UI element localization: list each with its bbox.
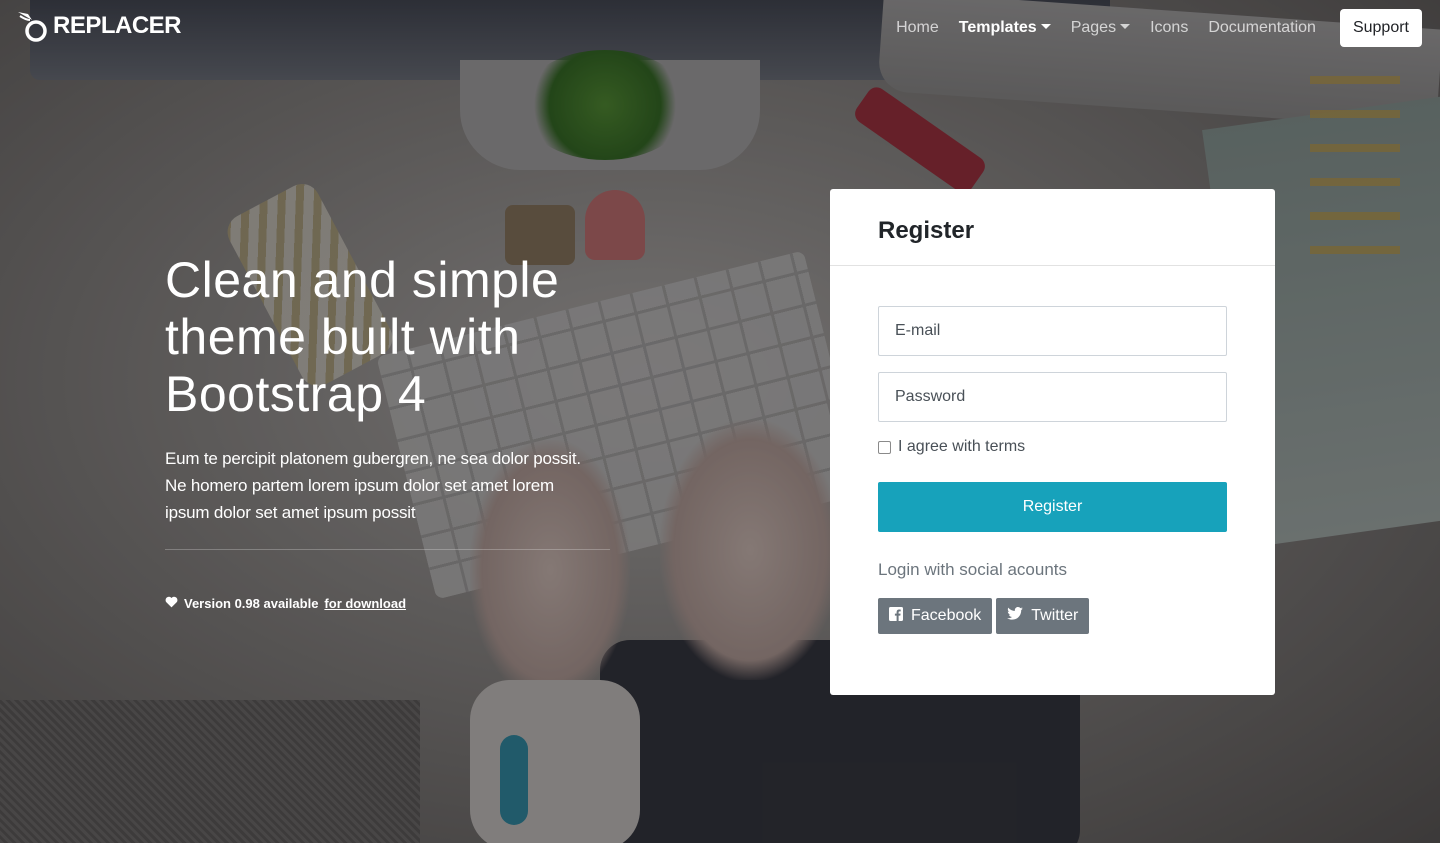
main-nav: Home Templates Pages Icons Documentation… bbox=[886, 8, 1422, 48]
nav-documentation[interactable]: Documentation bbox=[1198, 8, 1326, 48]
brand-logo[interactable]: REPLACER bbox=[16, 10, 182, 42]
navbar: REPLACER Home Templates Pages Icons Docu… bbox=[0, 0, 1440, 56]
caret-down-icon bbox=[1120, 24, 1131, 29]
nav-pages[interactable]: Pages bbox=[1061, 8, 1140, 48]
password-field[interactable]: Password bbox=[878, 372, 1227, 422]
version-note: Version 0.98 available for download bbox=[165, 596, 610, 611]
brand-name: REPLACER bbox=[53, 12, 182, 39]
twitter-icon bbox=[1007, 607, 1024, 625]
agree-terms-checkbox[interactable] bbox=[878, 440, 891, 454]
heart-icon bbox=[165, 596, 178, 611]
register-title: Register bbox=[878, 217, 975, 244]
nav-home[interactable]: Home bbox=[886, 8, 949, 48]
email-placeholder: E-mail bbox=[895, 322, 941, 339]
card-header: Register bbox=[830, 189, 1275, 266]
download-link[interactable]: for download bbox=[324, 596, 406, 611]
agree-terms-label[interactable]: I agree with terms bbox=[898, 438, 1025, 456]
caret-down-icon bbox=[1040, 24, 1051, 29]
register-card: Register E-mail Password I agree with te… bbox=[830, 189, 1275, 695]
hero-divider bbox=[165, 549, 610, 550]
hero-title: Clean and simple theme built with Bootst… bbox=[165, 252, 560, 422]
version-text: Version 0.98 available bbox=[184, 596, 319, 611]
nav-templates[interactable]: Templates bbox=[949, 8, 1061, 48]
nav-icons[interactable]: Icons bbox=[1140, 8, 1198, 48]
twitter-button[interactable]: Twitter bbox=[996, 598, 1090, 634]
bird-logo-icon bbox=[16, 10, 50, 42]
social-login-label: Login with social acounts bbox=[878, 560, 1068, 579]
hero-description: Eum te percipit platonem gubergren, ne s… bbox=[165, 449, 581, 522]
hero-section: Clean and simple theme built with Bootst… bbox=[165, 252, 610, 611]
support-button[interactable]: Support bbox=[1339, 9, 1422, 47]
facebook-icon bbox=[889, 606, 903, 626]
register-button[interactable]: Register bbox=[878, 482, 1227, 532]
social-buttons: Facebook Twitter bbox=[878, 598, 1227, 634]
email-field[interactable]: E-mail bbox=[878, 306, 1227, 356]
facebook-button[interactable]: Facebook bbox=[878, 598, 993, 634]
agree-terms-row: I agree with terms bbox=[878, 438, 1227, 456]
facebook-label: Facebook bbox=[911, 607, 982, 624]
twitter-label: Twitter bbox=[1031, 607, 1079, 624]
password-placeholder: Password bbox=[895, 388, 966, 405]
register-form: E-mail Password I agree with terms Regis… bbox=[830, 266, 1275, 634]
